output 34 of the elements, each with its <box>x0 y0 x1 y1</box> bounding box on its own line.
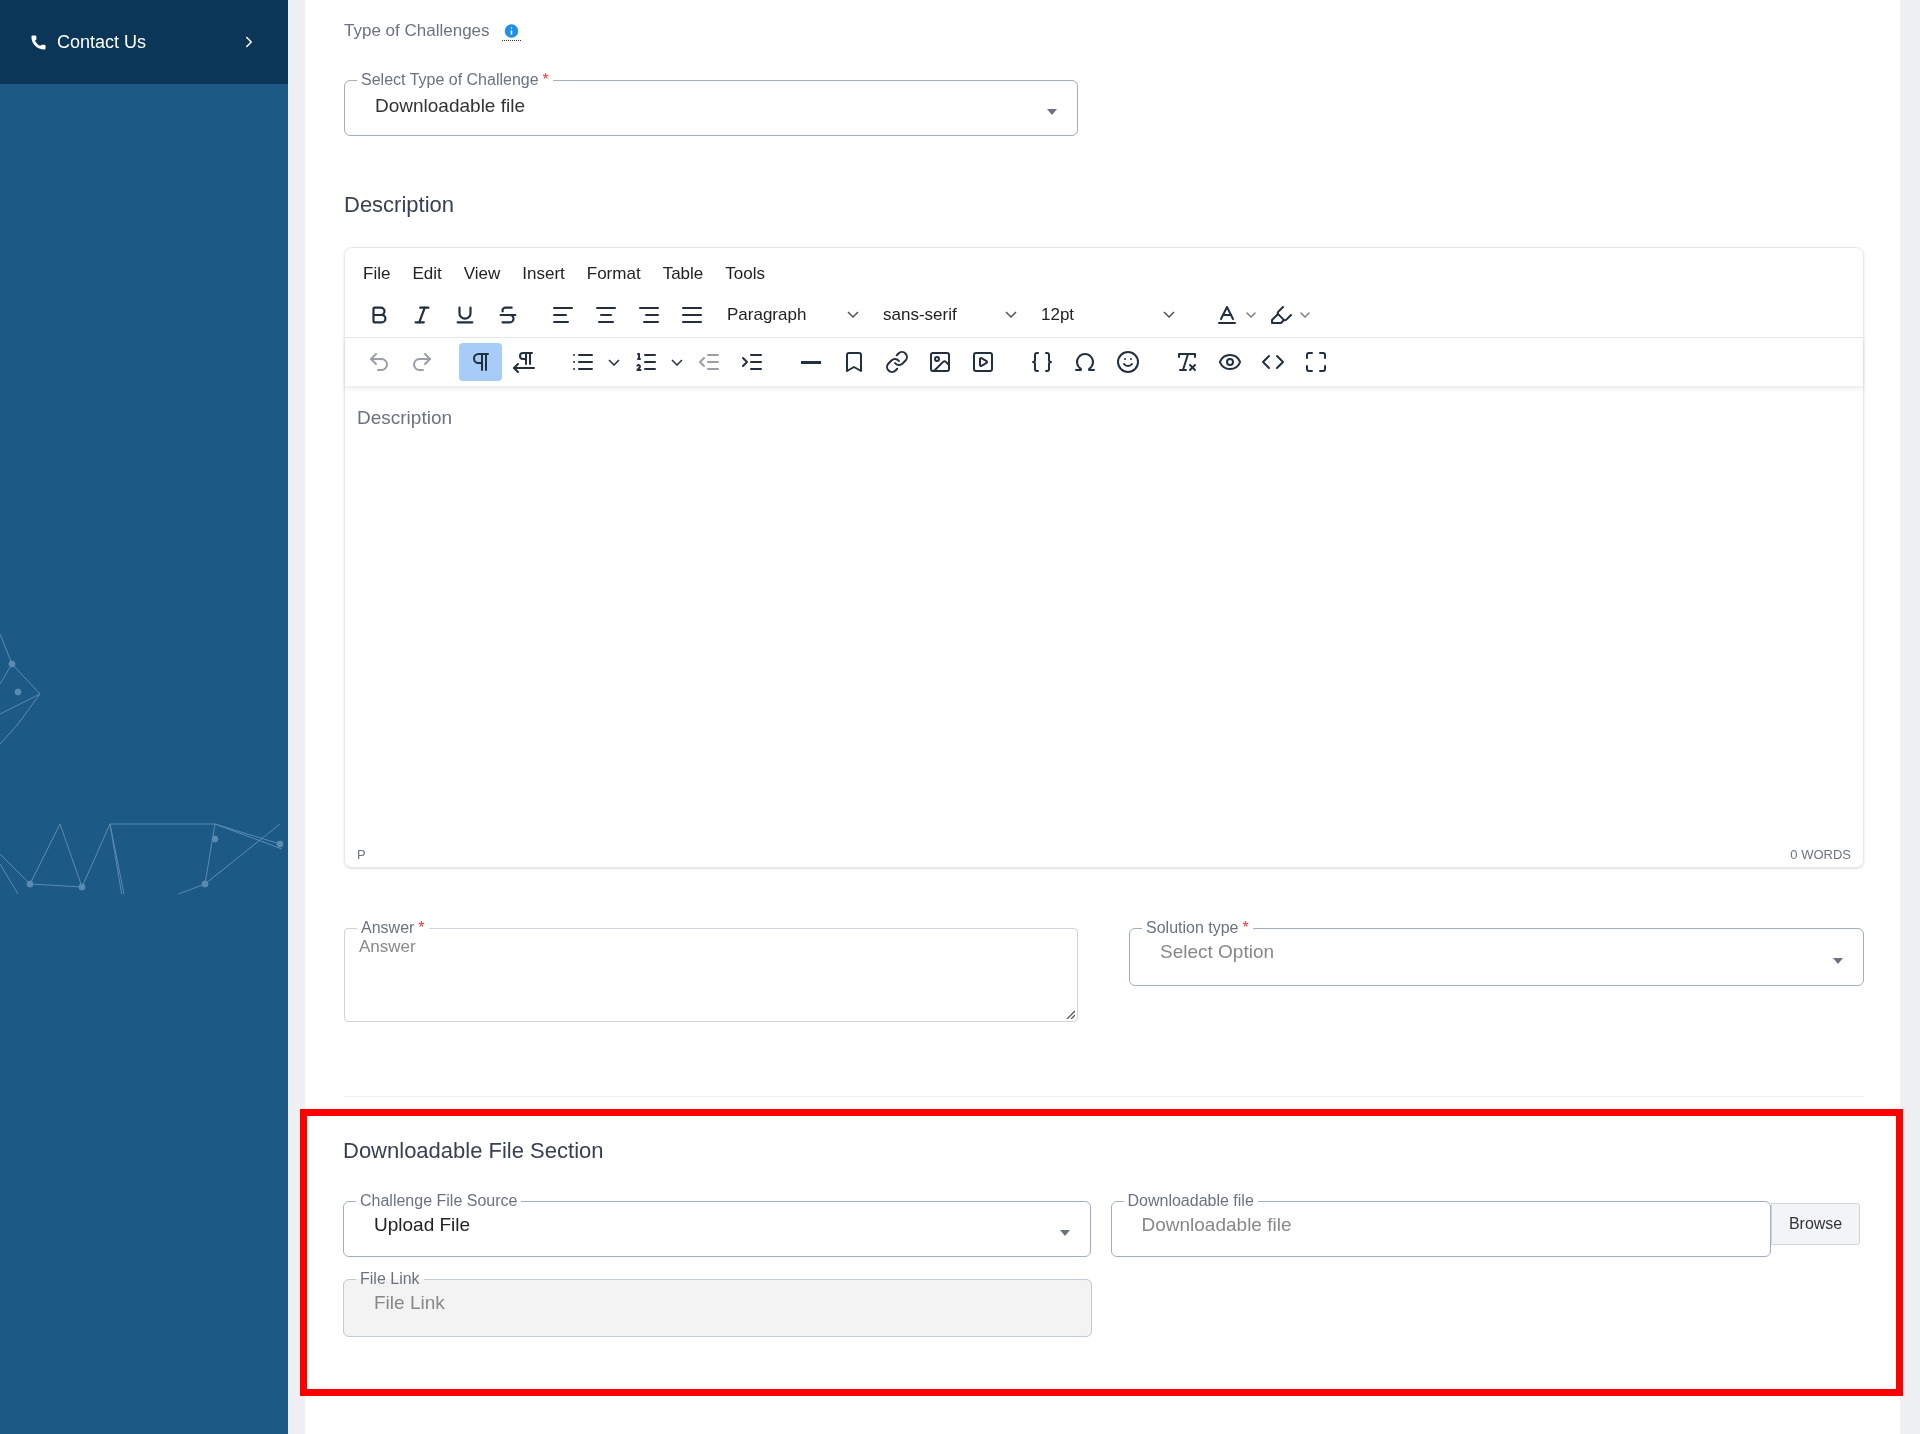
description-heading: Description <box>344 191 456 219</box>
field-label: Select Type of Challenge <box>361 71 539 88</box>
menu-item[interactable]: Table <box>652 256 714 290</box>
required-asterisk: * <box>542 71 549 88</box>
required-asterisk: * <box>418 919 425 936</box>
field-label: Downloadable file <box>1127 1192 1254 1209</box>
field-label: Answer <box>361 919 415 936</box>
font-family-select[interactable]: sans-serif <box>873 296 1027 333</box>
block-format-select[interactable]: Paragraph <box>717 296 869 333</box>
menu-item[interactable]: File <box>353 256 401 290</box>
word-count: 0 WORDS <box>1790 846 1851 865</box>
contact-us-item[interactable]: Contact Us <box>0 0 288 84</box>
font-size-select[interactable]: 12pt <box>1031 296 1185 333</box>
menu-item[interactable]: Format <box>576 256 651 290</box>
challenge-type-select[interactable]: Select Type of Challenge * Downloadable file <box>344 72 1078 136</box>
editor-body[interactable]: Description <box>345 386 1863 843</box>
editor-placeholder: Description <box>357 407 453 428</box>
file-source-select[interactable]: Challenge File Source Upload File <box>343 1193 1091 1257</box>
required-asterisk: * <box>1242 919 1249 936</box>
menu-item[interactable]: View <box>453 256 511 290</box>
section-heading: Downloadable File Section <box>343 1137 605 1165</box>
file-input[interactable]: Downloadable file Downloadable file <box>1110 1193 1772 1257</box>
element-path: P <box>357 846 366 865</box>
menu-item[interactable]: Edit <box>402 256 452 290</box>
solution-type-select[interactable]: Solution type * Select Option <box>1129 920 1864 986</box>
field-label: Solution type <box>1146 919 1239 936</box>
menu-item[interactable]: Tools <box>715 256 775 290</box>
field-label: File Link <box>360 1270 420 1287</box>
answer-textarea[interactable]: Answer * Answer <box>344 920 1078 1022</box>
section-label: Type of Challenges <box>344 20 490 43</box>
field-label: Challenge File Source <box>360 1192 518 1209</box>
menu-item[interactable]: Insert <box>512 256 575 290</box>
answer-placeholder: Answer <box>358 936 417 958</box>
browse-button[interactable]: Browse <box>1771 1203 1860 1245</box>
